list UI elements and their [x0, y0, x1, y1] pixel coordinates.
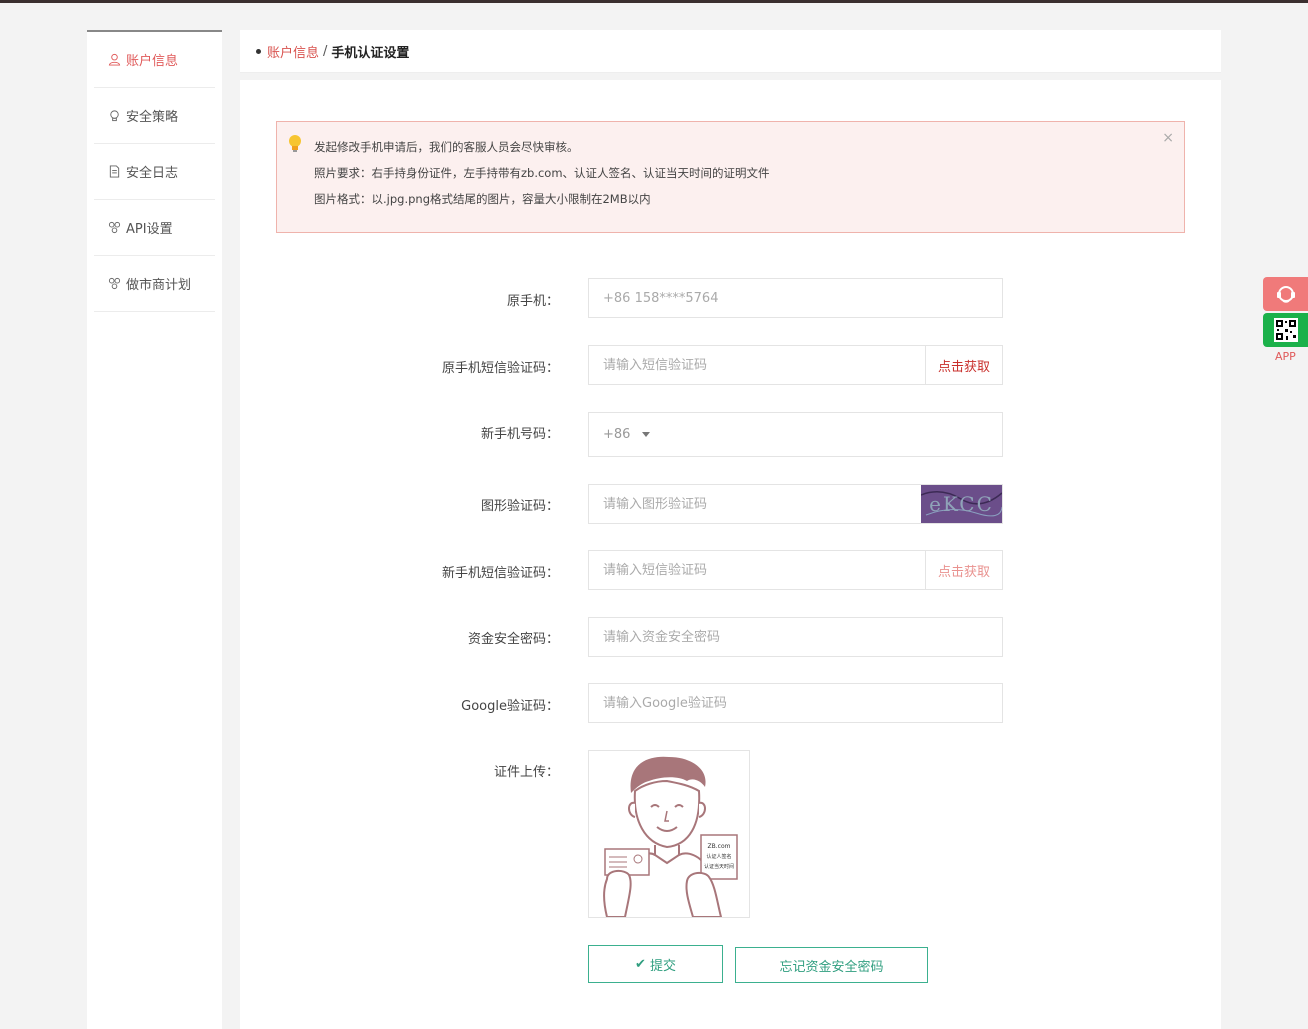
google-code-field [588, 683, 1003, 723]
chevron-down-icon [642, 432, 651, 437]
breadcrumb-separator: / [323, 43, 328, 59]
new-phone-field: +86 [588, 412, 1003, 457]
country-code-value: +86 [603, 427, 631, 442]
app-label[interactable]: APP [1275, 350, 1296, 363]
new-sms-input[interactable] [589, 551, 925, 589]
submit-button-label: 提交 [649, 958, 676, 974]
upload-label: 证件上传： [493, 765, 559, 780]
document-icon [107, 165, 121, 179]
app-qr-button[interactable] [1263, 313, 1308, 347]
sidebar-item-account-info[interactable]: 账户信息 [94, 32, 215, 88]
google-code-input[interactable] [589, 684, 1002, 722]
sidebar-item-security-policy[interactable]: 安全策略 [94, 88, 215, 144]
old-sms-label: 原手机短信验证码： [441, 361, 559, 376]
id-upload-area[interactable]: ZB.com 认证人签名 认证当天时间 [588, 750, 750, 918]
captcha-image[interactable]: eKCC [921, 485, 1002, 523]
captcha-text: eKCC [929, 492, 994, 516]
old-phone-label: 原手机： [506, 294, 559, 309]
sidebar: 账户信息 安全策略 安全日志 API设置 做市商计划 [87, 30, 222, 1029]
notice-alert: 发起修改手机申请后，我们的客服人员会尽快审核。 照片要求：右手持身份证件，左手持… [276, 121, 1185, 233]
card-text-brand: ZB.com [708, 843, 731, 850]
bullet-icon [256, 48, 261, 54]
captcha-input[interactable] [589, 485, 921, 523]
sidebar-item-market-maker[interactable]: 做市商计划 [94, 256, 215, 312]
top-border [0, 0, 1308, 3]
notice-line-2: 照片要求：右手持身份证件，左手持带有zb.com、认证人签名、认证当天时间的证明… [314, 166, 770, 180]
sidebar-item-label: 账户信息 [126, 54, 179, 69]
close-icon[interactable]: × [1162, 130, 1174, 146]
country-code-select[interactable]: +86 [589, 427, 664, 442]
captcha-field: eKCC [588, 484, 1003, 524]
sidebar-item-security-log[interactable]: 安全日志 [94, 144, 215, 200]
id-photo-illustration: ZB.com 认证人签名 认证当天时间 [603, 756, 738, 918]
fund-password-field [588, 617, 1003, 657]
captcha-label: 图形验证码： [480, 499, 559, 514]
sidebar-item-api-settings[interactable]: API设置 [94, 200, 215, 256]
sidebar-item-label: 做市商计划 [126, 278, 192, 293]
old-phone-value: +86 158****5764 [603, 290, 719, 306]
forgot-button-label: 忘记资金安全密码 [779, 959, 884, 975]
card-text-signature: 认证人签名 [706, 853, 731, 860]
page-title: 手机认证设置 [331, 45, 410, 61]
new-phone-input[interactable] [664, 413, 1002, 456]
new-sms-label: 新手机短信验证码： [441, 566, 559, 581]
new-sms-get-code-button[interactable]: 点击获取 [925, 551, 1002, 589]
bulb-icon [107, 109, 121, 123]
breadcrumb: 账户信息 / 手机认证设置 [240, 30, 1221, 73]
breadcrumb-parent[interactable]: 账户信息 [267, 42, 319, 61]
sidebar-item-label: API设置 [126, 222, 173, 237]
notice-line-3: 图片格式：以.jpg.png格式结尾的图片，容量大小限制在2MB以内 [314, 192, 651, 206]
api-icon [107, 221, 121, 235]
fund-password-label: 资金安全密码： [467, 632, 559, 647]
old-sms-get-code-button[interactable]: 点击获取 [925, 346, 1002, 384]
api-icon [107, 277, 121, 291]
new-phone-label: 新手机号码： [480, 427, 559, 442]
forgot-fund-password-button[interactable]: 忘记资金安全密码 [735, 947, 928, 983]
customer-service-button[interactable] [1263, 277, 1308, 311]
qr-code-icon [1273, 318, 1298, 342]
new-sms-field: 点击获取 [588, 550, 1003, 590]
lightbulb-icon [289, 135, 301, 152]
fund-password-input[interactable] [589, 618, 1002, 656]
card-text-date: 认证当天时间 [704, 863, 734, 870]
old-phone-field: +86 158****5764 [588, 278, 1003, 318]
notice-line-1: 发起修改手机申请后，我们的客服人员会尽快审核。 [314, 140, 579, 154]
user-icon [107, 53, 121, 67]
old-sms-field: 点击获取 [588, 345, 1003, 385]
submit-button[interactable]: ✔ 提交 [588, 945, 723, 983]
check-icon: ✔ [635, 956, 646, 972]
headset-icon [1276, 286, 1295, 303]
google-code-label: Google验证码： [461, 699, 559, 714]
sidebar-item-label: 安全日志 [126, 166, 179, 181]
sidebar-item-label: 安全策略 [126, 110, 179, 125]
old-sms-input[interactable] [589, 346, 925, 384]
main-panel: 发起修改手机申请后，我们的客服人员会尽快审核。 照片要求：右手持身份证件，左手持… [240, 80, 1221, 1029]
